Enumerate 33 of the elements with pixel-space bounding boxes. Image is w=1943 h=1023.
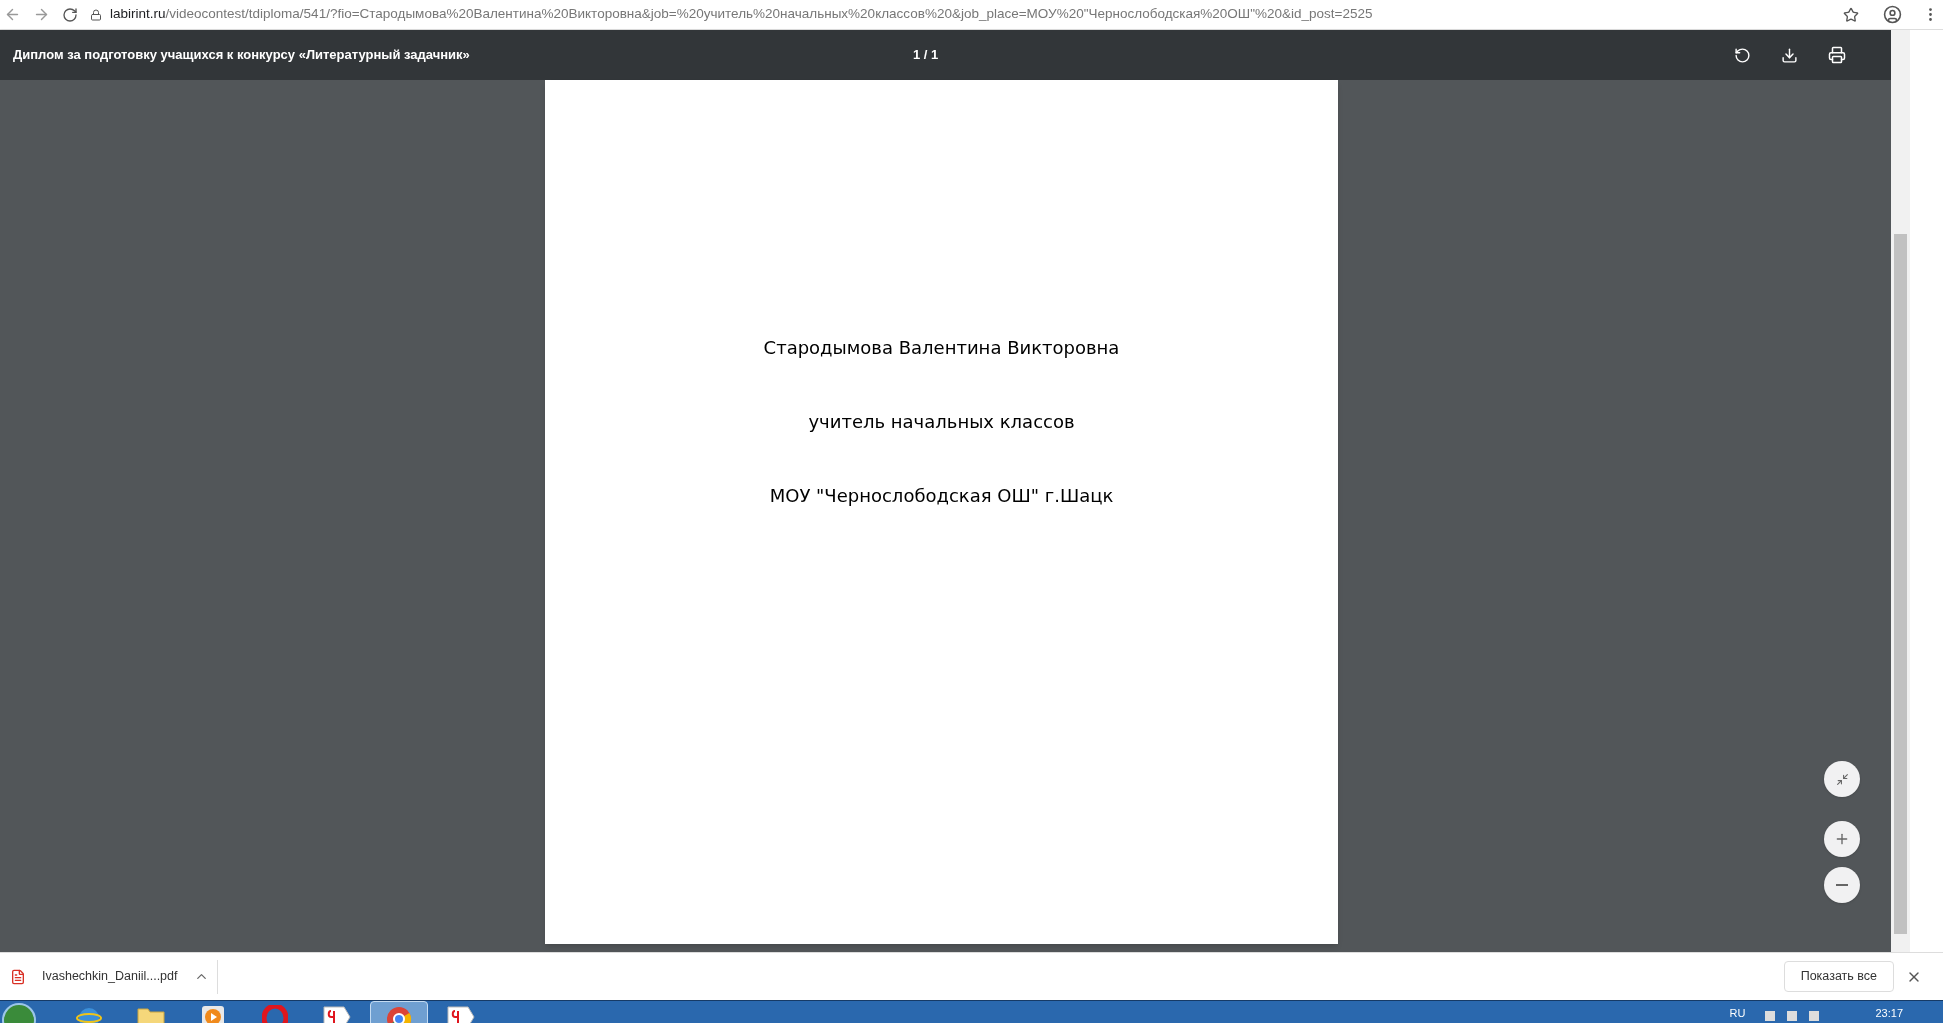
zoom-in-button[interactable] <box>1824 821 1860 857</box>
folder-icon <box>137 1005 165 1023</box>
zoom-out-button[interactable] <box>1824 867 1860 903</box>
document-text-line: учитель начальных классов <box>808 410 1075 434</box>
rotate-icon[interactable] <box>1734 46 1751 64</box>
bookmark-star-icon[interactable] <box>1843 6 1859 23</box>
play-icon <box>201 1005 225 1023</box>
clock-text[interactable]: 23:17 <box>1875 1005 1903 1022</box>
scrollbar-thumb[interactable] <box>1894 234 1907 934</box>
minus-icon <box>1836 884 1848 886</box>
tag-y-icon <box>446 1005 476 1023</box>
show-all-button[interactable]: Показать все <box>1783 961 1894 992</box>
reload-icon[interactable] <box>62 6 78 23</box>
profile-icon[interactable] <box>1883 5 1902 24</box>
plus-icon <box>1834 831 1850 847</box>
pdf-file-icon <box>10 968 26 985</box>
download-file-name[interactable]: Ivashechkin_Daniil....pdf <box>42 967 178 986</box>
forward-icon[interactable] <box>33 6 50 23</box>
tag-y-icon <box>322 1005 352 1023</box>
page-counter: 1 / 1 <box>913 46 939 65</box>
fit-page-button[interactable] <box>1824 761 1860 797</box>
language-indicator[interactable]: RU <box>1729 1005 1746 1022</box>
url-text[interactable]: labirint.ru/videocontest/tdiploma/541/?fio=Стародымова%20Валентина%20Викторовна&job=%20учитель%20начальных%20классов%20&job_place=МОУ%20"Чернослободская%20ОШ"%20&id_post=2525 <box>110 4 1373 25</box>
taskbar-app[interactable] <box>370 1001 428 1023</box>
document-text-line: Стародымова Валентина Викторовна <box>763 336 1120 360</box>
document-text-line: МОУ "Чернослободская ОШ" г.Шацк <box>769 484 1114 508</box>
shrink-icon <box>1835 772 1849 786</box>
document-title: Диплом за подготовку учащихся к конкурсу «Литературный задачник» <box>13 46 471 65</box>
lock-icon <box>90 8 102 21</box>
back-icon[interactable] <box>4 6 21 23</box>
print-icon[interactable] <box>1828 46 1846 64</box>
scrollbar[interactable] <box>1891 30 1910 952</box>
download-icon[interactable] <box>1781 46 1798 64</box>
